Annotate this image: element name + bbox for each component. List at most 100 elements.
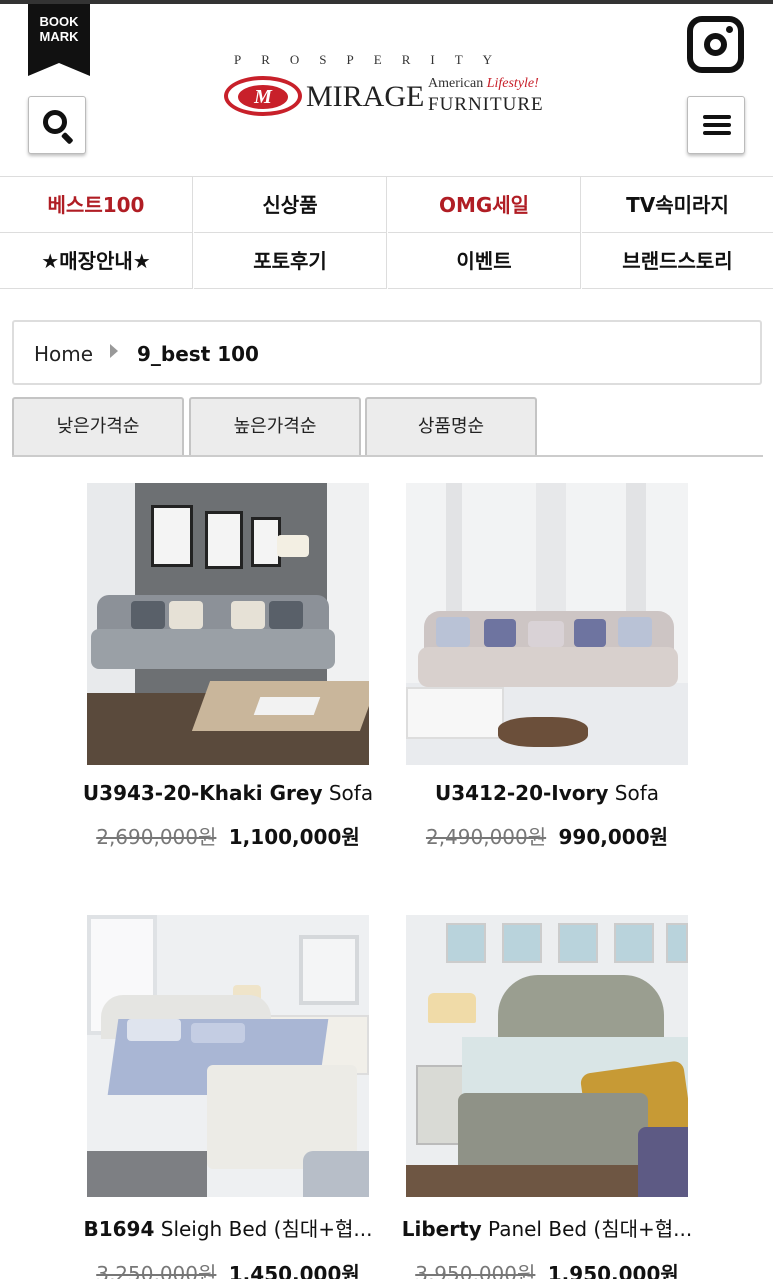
- search-button[interactable]: [28, 96, 86, 154]
- cushion: [618, 617, 652, 647]
- product-type: Panel Bed (침대+협...: [488, 1217, 693, 1241]
- hamburger-menu-icon: [703, 115, 731, 119]
- armchair: [638, 1127, 688, 1197]
- sort-tabs: 낮은가격순 높은가격순 상품명순: [12, 397, 763, 457]
- product-name[interactable]: U3943-20-Khaki Grey Sofa: [68, 781, 388, 805]
- instagram-icon[interactable]: [687, 16, 744, 73]
- product-model: Liberty: [401, 1217, 482, 1241]
- product-card[interactable]: U3412-20-Ivory Sofa 2,490,000원 990,000원: [406, 483, 688, 850]
- sofa-seat: [418, 647, 678, 687]
- nav-item-brand-story[interactable]: 브랜드스토리: [582, 233, 773, 289]
- hamburger-menu-icon-bar: [703, 131, 731, 135]
- breadcrumb: Home 9_best 100: [12, 320, 762, 385]
- search-icon-handle: [60, 131, 74, 145]
- footboard: [458, 1093, 648, 1165]
- cowhide-rug: [498, 717, 588, 747]
- product-name[interactable]: Liberty Panel Bed (침대+협...: [387, 1213, 707, 1242]
- product-name[interactable]: U3412-20-Ivory Sofa: [387, 781, 707, 805]
- logo-american-lifestyle: American Lifestyle!: [428, 76, 539, 92]
- table-lamp: [428, 993, 476, 1023]
- floor-lamp: [277, 535, 309, 557]
- instagram-lens: [704, 33, 727, 56]
- sale-price: 990,000원: [558, 825, 669, 849]
- product-image-sleigh-bed[interactable]: [87, 915, 369, 1197]
- logo-emblem: M: [224, 76, 302, 116]
- wall-art: [666, 923, 688, 963]
- original-price: 2,490,000원: [425, 825, 547, 849]
- product-model: U3412-20-Ivory: [434, 781, 609, 805]
- product-type: Sofa: [614, 781, 660, 805]
- pillow: [191, 1023, 245, 1043]
- cushion: [231, 601, 265, 629]
- wall-art: [558, 923, 598, 963]
- product-card[interactable]: Liberty Panel Bed (침대+협... 3,950,000원 1,…: [402, 915, 692, 1279]
- magazine: [253, 697, 321, 715]
- logo-brand: MIRAGE: [306, 80, 425, 113]
- product-name[interactable]: B1694 Sleigh Bed (침대+협...: [68, 1213, 388, 1242]
- wall-art: [614, 923, 654, 963]
- logo-lifestyle: Lifestyle!: [486, 76, 539, 91]
- original-price: 3,250,000원: [96, 1262, 217, 1279]
- breadcrumb-home[interactable]: Home: [34, 342, 93, 366]
- product-image-ivory-sofa[interactable]: [406, 483, 688, 765]
- product-price: 3,950,000원 1,950,000원: [387, 1258, 707, 1279]
- breadcrumb-current: 9_best 100: [137, 342, 259, 366]
- instagram-dot: [726, 26, 733, 33]
- chevron-right-icon: [110, 344, 118, 358]
- nav-item-events[interactable]: 이벤트: [388, 233, 581, 289]
- sale-price: 1,450,000원: [228, 1262, 360, 1279]
- menu-button[interactable]: [687, 96, 745, 154]
- bookmark-button[interactable]: BOOK MARK: [28, 4, 90, 76]
- wall-frame: [205, 511, 243, 569]
- armchair: [303, 1151, 369, 1197]
- nav-item-tv[interactable]: TV속미라지: [582, 177, 773, 233]
- wall-art: [446, 923, 486, 963]
- nav-item-omg-sale[interactable]: OMG세일: [388, 177, 581, 233]
- product-card[interactable]: B1694 Sleigh Bed (침대+협... 3,250,000원 1,4…: [83, 915, 373, 1279]
- cushion: [574, 619, 606, 647]
- nav-item-best100[interactable]: 베스트100: [0, 177, 193, 233]
- product-type: Sleigh Bed (침대+협...: [160, 1217, 373, 1241]
- cushion: [484, 619, 516, 647]
- product-image-grey-sofa[interactable]: [87, 483, 369, 765]
- sofa-seat: [91, 629, 335, 669]
- cushion: [528, 621, 564, 647]
- product-price: 3,250,000원 1,450,000원: [68, 1258, 388, 1279]
- original-price: 2,690,000원: [96, 825, 217, 849]
- logo-furniture: FURNITURE: [428, 94, 544, 115]
- original-price: 3,950,000원: [415, 1262, 536, 1279]
- product-type: Sofa: [328, 781, 374, 805]
- category-nav: 베스트100 신상품 OMG세일 TV속미라지 ★매장안내★ 포토후기 이벤트 …: [0, 176, 773, 289]
- nav-item-new[interactable]: 신상품: [194, 177, 387, 233]
- wall-frame: [151, 505, 193, 567]
- tab-sort-low-price[interactable]: 낮은가격순: [12, 397, 184, 455]
- sale-price: 1,950,000원: [547, 1262, 679, 1279]
- side-table: [406, 687, 504, 739]
- cushion: [436, 617, 470, 647]
- cushion: [269, 601, 303, 629]
- cushion: [169, 601, 203, 629]
- nav-item-stores[interactable]: ★매장안내★: [0, 233, 193, 289]
- nav-item-photo-reviews[interactable]: 포토후기: [194, 233, 387, 289]
- pillow: [127, 1019, 181, 1041]
- logo-tagline: PROSPERITY: [234, 52, 513, 67]
- product-price: 2,690,000원 1,100,000원: [68, 821, 388, 850]
- product-image-panel-bed[interactable]: [406, 915, 688, 1197]
- wall-art: [502, 923, 542, 963]
- site-header: BOOK MARK PROSPERITY M MIRAGE American L…: [0, 4, 773, 172]
- rug: [87, 1151, 207, 1197]
- product-model: U3943-20-Khaki Grey: [82, 781, 323, 805]
- logo-monogram: M: [238, 85, 288, 109]
- product-price: 2,490,000원 990,000원: [387, 821, 707, 850]
- sale-price: 1,100,000원: [228, 825, 360, 849]
- product-model: B1694: [83, 1217, 155, 1241]
- cushion: [131, 601, 165, 629]
- hamburger-menu-icon-bar: [703, 123, 731, 127]
- tab-sort-high-price[interactable]: 높은가격순: [189, 397, 361, 455]
- tab-sort-name[interactable]: 상품명순: [365, 397, 537, 455]
- mirror: [299, 935, 359, 1005]
- product-card[interactable]: U3943-20-Khaki Grey Sofa 2,690,000원 1,10…: [83, 483, 373, 850]
- mirage-logo[interactable]: PROSPERITY M MIRAGE American Lifestyle! …: [222, 52, 552, 122]
- search-icon: [43, 110, 67, 134]
- logo-american: American: [428, 76, 484, 91]
